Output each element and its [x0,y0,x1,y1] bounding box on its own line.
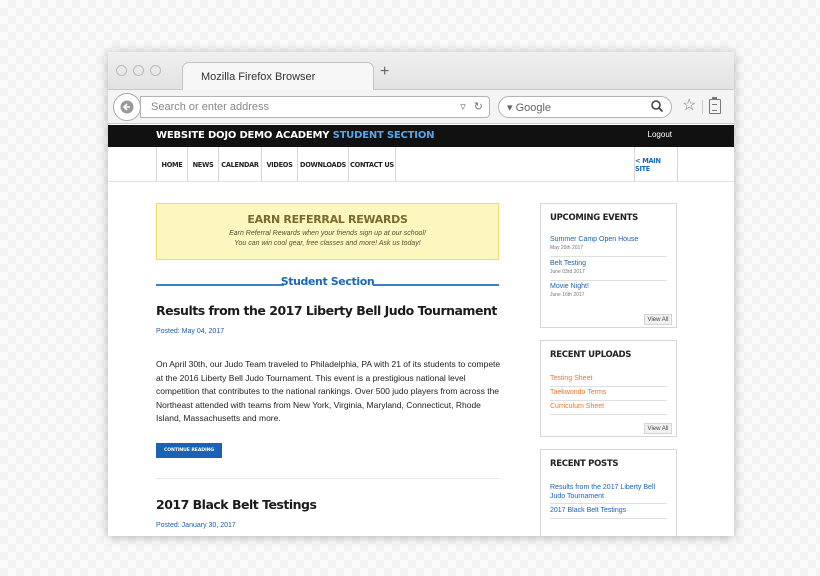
recent-uploads-widget: RECENT UPLOADS Testing Sheet Taekwondo T… [540,340,677,437]
site-brand[interactable]: WEBSITE DOJO DEMO ACADEMY STUDENT SECTIO… [156,130,434,141]
logout-link[interactable]: Logout [648,130,672,139]
back-arrow-icon [120,100,134,114]
post-title[interactable]: 2017 Black Belt Testings [156,497,317,512]
dropdown-icon[interactable]: ▿ [460,100,466,113]
upcoming-events-widget: UPCOMING EVENTS Summer Camp Open House M… [540,203,677,328]
tab-title: Mozilla Firefox Browser [201,71,316,83]
view-all-button[interactable]: View All [644,423,672,434]
address-input[interactable]: Search or enter address [151,101,269,113]
new-tab-button[interactable]: + [380,64,389,80]
reload-icon[interactable]: ↻ [474,100,483,113]
post-title[interactable]: Results from the 2017 Liberty Bell Judo … [156,303,497,318]
section-heading: Student Section [156,275,499,291]
continue-reading-button[interactable]: CONTINUE READING [156,443,222,458]
nav-calendar[interactable]: CALENDAR [218,147,261,182]
event-item[interactable]: Belt Testing June 03rd 2017 [550,259,667,281]
event-item[interactable]: Summer Camp Open House May 20th 2017 [550,235,667,257]
recent-posts-widget: RECENT POSTS Results from the 2017 Liber… [540,449,677,536]
nav-downloads[interactable]: DOWNLOADS [297,147,348,182]
widget-title: RECENT UPLOADS [550,350,632,360]
bookmark-star-icon[interactable]: ☆ [682,98,696,114]
referral-text-2: You can win cool gear, free classes and … [234,240,421,247]
recent-post-link[interactable]: Results from the 2017 Liberty Bell Judo … [550,483,667,501]
toolbar-separator [702,100,703,114]
main-site-link[interactable]: < MAIN SITE [634,147,678,182]
widget-title: RECENT POSTS [550,459,619,469]
post-divider [156,478,499,479]
search-icon[interactable] [650,99,664,113]
browser-tab[interactable]: Mozilla Firefox Browser [182,62,374,91]
nav-home[interactable]: HOME [156,147,187,182]
post-date: Posted: May 04, 2017 [156,328,225,335]
address-bar[interactable]: Search or enter address ▿ ↻ [140,96,490,118]
search-engine-selector[interactable]: ▾ Google [507,101,551,114]
upload-item[interactable]: Curriculum Sheet [550,402,667,415]
referral-banner: EARN REFERRAL REWARDS Earn Referral Rewa… [156,203,499,260]
event-date: June 16th 2017 [550,292,585,298]
site-header: WEBSITE DOJO DEMO ACADEMY STUDENT SECTIO… [108,125,734,147]
browser-window: Mozilla Firefox Browser + Search or ente… [108,52,734,536]
nav-news[interactable]: NEWS [187,147,218,182]
upload-link[interactable]: Curriculum Sheet [550,402,667,411]
widget-title: UPCOMING EVENTS [550,213,638,223]
post-body: On April 30th, our Judo Team traveled to… [156,359,501,423]
back-button[interactable] [113,93,141,121]
event-name[interactable]: Movie Night! [550,282,667,291]
navigation-bar: Search or enter address ▿ ↻ ▾ Google ☆ [108,90,734,124]
minimize-window-button[interactable] [133,65,144,76]
view-all-button[interactable]: View All [644,314,672,325]
event-date: May 20th 2017 [550,245,584,251]
post-date: Posted: January 30, 2017 [156,522,236,529]
upload-item[interactable]: Taekwondo Terms [550,388,667,401]
section-rule-right [373,284,499,286]
event-name[interactable]: Belt Testing [550,259,667,268]
nav-contact-us[interactable]: CONTACT US [348,147,396,182]
maximize-window-button[interactable] [150,65,161,76]
event-item[interactable]: Movie Night! June 16th 2017 [550,282,667,304]
main-navigation: HOME NEWS CALENDAR VIDEOS DOWNLOADS CONT… [108,147,734,182]
close-window-button[interactable] [116,65,127,76]
event-date: June 03rd 2017 [550,269,585,275]
tab-bar: Mozilla Firefox Browser + [108,52,734,91]
upload-link[interactable]: Testing Sheet [550,374,667,383]
event-name[interactable]: Summer Camp Open House [550,235,667,244]
search-bar[interactable]: ▾ Google [498,96,672,118]
referral-text-1: Earn Referral Rewards when your friends … [229,230,426,237]
referral-title: EARN REFERRAL REWARDS [247,213,408,226]
nav-videos[interactable]: VIDEOS [261,147,297,182]
section-title: Student Section [280,275,375,288]
upload-link[interactable]: Taekwondo Terms [550,388,667,397]
clipboard-icon[interactable] [709,97,721,114]
recent-post-link[interactable]: 2017 Black Belt Testings [550,506,667,515]
recent-post-item[interactable]: Results from the 2017 Liberty Bell Judo … [550,483,667,504]
recent-post-item[interactable]: 2017 Black Belt Testings [550,506,667,519]
upload-item[interactable]: Testing Sheet [550,374,667,387]
